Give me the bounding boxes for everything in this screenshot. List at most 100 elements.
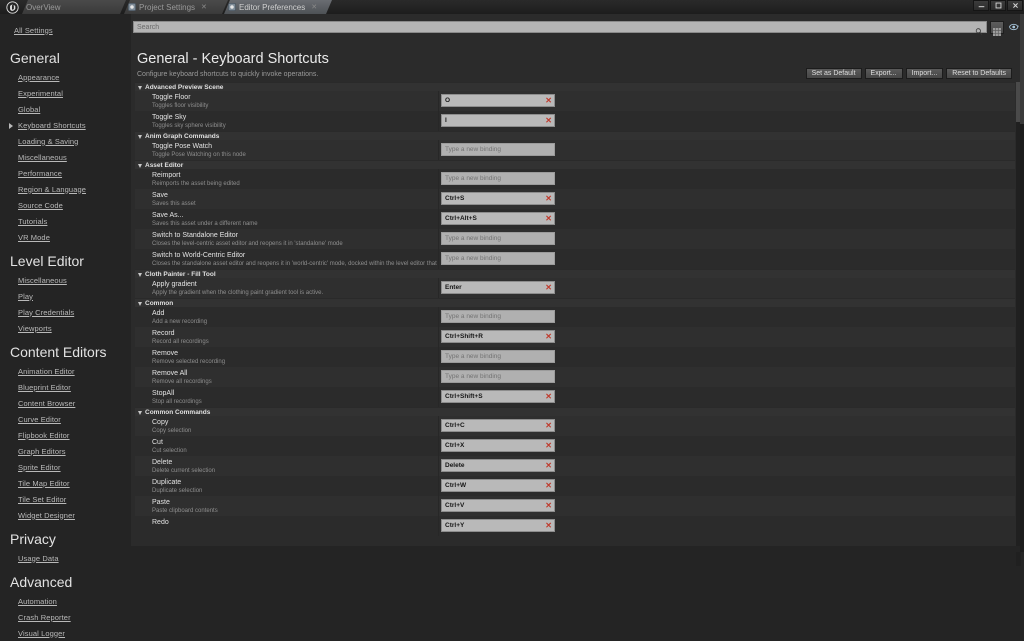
sidebar-item-source-code[interactable]: Source Code	[0, 197, 131, 213]
export-button[interactable]: Export...	[864, 68, 903, 79]
clear-binding-icon[interactable]: ✕	[545, 194, 552, 204]
maximize-button[interactable]	[990, 0, 1006, 11]
shortcut-row[interactable]: Redo Ctrl+Y ✕	[135, 516, 1015, 536]
shortcut-row[interactable]: Add Add a new recording Type a new binding	[135, 307, 1015, 327]
shortcut-row[interactable]: Reimport Reimports the asset being edited…	[135, 169, 1015, 189]
binding-input[interactable]: Type a new binding	[441, 350, 555, 363]
sidebar-item-miscellaneous[interactable]: Miscellaneous	[0, 272, 131, 288]
reset-to-defaults-button[interactable]: Reset to Defaults	[946, 68, 1012, 79]
clear-binding-icon[interactable]: ✕	[545, 481, 552, 491]
binding-input[interactable]: Delete ✕	[441, 459, 555, 472]
sidebar-item-keyboard-shortcuts[interactable]: Keyboard Shortcuts	[0, 117, 131, 133]
binding-input[interactable]: Ctrl+X ✕	[441, 439, 555, 452]
shortcut-row[interactable]: StopAll Stop all recordings Ctrl+Shift+S ✕	[135, 387, 1015, 407]
sidebar-item-animation-editor[interactable]: Animation Editor	[0, 363, 131, 379]
sidebar-item-blueprint-editor[interactable]: Blueprint Editor	[0, 379, 131, 395]
window-scrollbar-thumb[interactable]	[1020, 14, 1024, 124]
shortcut-row[interactable]: Paste Paste clipboard contents Ctrl+V ✕	[135, 496, 1015, 516]
shortcut-row[interactable]: Toggle Floor Toggles floor visibility O ✕	[135, 91, 1015, 111]
shortcut-row[interactable]: Toggle Sky Toggles sky sphere visibility I…	[135, 111, 1015, 131]
sidebar-item-tutorials[interactable]: Tutorials	[0, 213, 131, 229]
sidebar-item-vr-mode[interactable]: VR Mode	[0, 229, 131, 245]
shortcut-row[interactable]: Switch to World-Centric Editor Closes the…	[135, 249, 1015, 269]
binding-input[interactable]: Ctrl+W ✕	[441, 479, 555, 492]
tab-editor-preferences[interactable]: Editor Preferences ✕	[224, 0, 332, 14]
binding-input[interactable]: Ctrl+Shift+S ✕	[441, 390, 555, 403]
section-header[interactable]: Cloth Painter - Fill Tool	[135, 269, 1015, 278]
binding-input[interactable]: Ctrl+C ✕	[441, 419, 555, 432]
binding-input[interactable]: Type a new binding	[441, 370, 555, 383]
sidebar-item-curve-editor[interactable]: Curve Editor	[0, 411, 131, 427]
sidebar-item-loading-saving[interactable]: Loading & Saving	[0, 133, 131, 149]
clear-binding-icon[interactable]: ✕	[545, 501, 552, 511]
clear-binding-icon[interactable]: ✕	[545, 521, 552, 531]
binding-input[interactable]: Ctrl+Shift+R ✕	[441, 330, 555, 343]
sidebar-item-graph-editors[interactable]: Graph Editors	[0, 443, 131, 459]
sidebar-item-region-language[interactable]: Region & Language	[0, 181, 131, 197]
section-header[interactable]: Common	[135, 298, 1015, 307]
binding-input[interactable]: Type a new binding	[441, 172, 555, 185]
binding-input[interactable]: Type a new binding	[441, 232, 555, 245]
clear-binding-icon[interactable]: ✕	[545, 421, 552, 431]
sidebar-item-usage-data[interactable]: Usage Data	[0, 550, 131, 566]
sidebar-item-widget-designer[interactable]: Widget Designer	[0, 507, 131, 523]
binding-input[interactable]: Enter ✕	[441, 281, 555, 294]
clear-binding-icon[interactable]: ✕	[545, 283, 552, 293]
tab-close-icon[interactable]: ✕	[201, 3, 207, 11]
window-scrollbar[interactable]	[1020, 14, 1024, 552]
sidebar-item-play-credentials[interactable]: Play Credentials	[0, 304, 131, 320]
sidebar-item-appearance[interactable]: Appearance	[0, 69, 131, 85]
shortcut-row[interactable]: Remove All Remove all recordings Type a ne…	[135, 367, 1015, 387]
sidebar-item-tile-set-editor[interactable]: Tile Set Editor	[0, 491, 131, 507]
minimize-button[interactable]	[973, 0, 989, 11]
shortcut-row[interactable]: Copy Copy selection Ctrl+C ✕	[135, 416, 1015, 436]
clear-binding-icon[interactable]: ✕	[545, 116, 552, 126]
tab-project-settings[interactable]: Project Settings ✕	[124, 0, 228, 14]
shortcut-row[interactable]: Remove Remove selected recording Type a ne…	[135, 347, 1015, 367]
import-button[interactable]: Import...	[905, 68, 944, 79]
sidebar-item-performance[interactable]: Performance	[0, 165, 131, 181]
binding-input[interactable]: Ctrl+V ✕	[441, 499, 555, 512]
sidebar-item-sprite-editor[interactable]: Sprite Editor	[0, 459, 131, 475]
close-button[interactable]	[1007, 0, 1023, 11]
binding-input[interactable]: O ✕	[441, 94, 555, 107]
binding-input[interactable]: I ✕	[441, 114, 555, 127]
sidebar-item-flipbook-editor[interactable]: Flipbook Editor	[0, 427, 131, 443]
shortcut-row[interactable]: Record Record all recordings Ctrl+Shift+R ✕	[135, 327, 1015, 347]
sidebar-item-content-browser[interactable]: Content Browser	[0, 395, 131, 411]
binding-input[interactable]: Type a new binding	[441, 143, 555, 156]
sidebar-item-global[interactable]: Global	[0, 101, 131, 117]
sidebar-item-automation[interactable]: Automation	[0, 593, 131, 609]
shortcut-row[interactable]: Cut Cut selection Ctrl+X ✕	[135, 436, 1015, 456]
sidebar-item-play[interactable]: Play	[0, 288, 131, 304]
sidebar-item-tile-map-editor[interactable]: Tile Map Editor	[0, 475, 131, 491]
shortcut-row[interactable]: Save Saves this asset Ctrl+S ✕	[135, 189, 1015, 209]
sidebar-item-viewports[interactable]: Viewports	[0, 320, 131, 336]
section-header[interactable]: Anim Graph Commands	[135, 131, 1015, 140]
clear-binding-icon[interactable]: ✕	[545, 332, 552, 342]
sidebar-item-all-settings[interactable]: All Settings	[0, 22, 131, 38]
grid-view-button[interactable]	[990, 20, 1004, 36]
tab-close-icon[interactable]: ✕	[311, 3, 317, 11]
tab-overview[interactable]: OverView	[22, 0, 126, 14]
shortcut-row[interactable]: Apply gradient Apply the gradient when th…	[135, 278, 1015, 298]
sidebar-item-visual-logger[interactable]: Visual Logger	[0, 625, 131, 641]
clear-binding-icon[interactable]: ✕	[545, 461, 552, 471]
shortcut-row[interactable]: Save As... Saves this asset under a diffe…	[135, 209, 1015, 229]
shortcut-row[interactable]: Delete Delete current selection Delete ✕	[135, 456, 1015, 476]
clear-binding-icon[interactable]: ✕	[545, 441, 552, 451]
binding-input[interactable]: Ctrl+Y ✕	[441, 519, 555, 532]
clear-binding-icon[interactable]: ✕	[545, 392, 552, 402]
set-as-default-button[interactable]: Set as Default	[805, 68, 862, 79]
search-input[interactable]: Search	[133, 21, 987, 35]
shortcut-row[interactable]: Switch to Standalone Editor Closes the le…	[135, 229, 1015, 249]
shortcut-row[interactable]: Duplicate Duplicate selection Ctrl+W ✕	[135, 476, 1015, 496]
sidebar-item-miscellaneous[interactable]: Miscellaneous	[0, 149, 131, 165]
binding-input[interactable]: Type a new binding	[441, 310, 555, 323]
sidebar-item-experimental[interactable]: Experimental	[0, 85, 131, 101]
sidebar-item-crash-reporter[interactable]: Crash Reporter	[0, 609, 131, 625]
section-header[interactable]: Asset Editor	[135, 160, 1015, 169]
section-header[interactable]: Common Commands	[135, 407, 1015, 416]
section-header[interactable]: Advanced Preview Scene	[135, 82, 1015, 91]
binding-input[interactable]: Type a new binding	[441, 252, 555, 265]
